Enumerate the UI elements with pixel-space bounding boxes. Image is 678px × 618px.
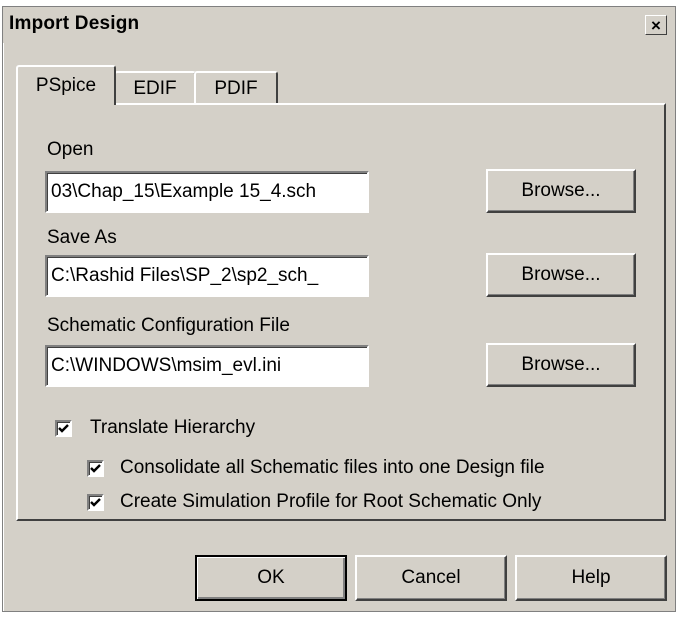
ok-button[interactable]: OK (195, 555, 347, 601)
create-profile-label: Create Simulation Profile for Root Schem… (120, 491, 542, 512)
config-file-input[interactable] (45, 345, 369, 387)
tab-pdif-label: PDIF (214, 78, 258, 99)
consolidate-label: Consolidate all Schematic files into one… (120, 457, 545, 478)
open-label: Open (47, 139, 94, 160)
save-as-browse-button[interactable]: Browse... (486, 253, 636, 297)
open-path-input[interactable] (45, 171, 369, 213)
open-browse-button[interactable]: Browse... (486, 169, 636, 213)
consolidate-option[interactable]: Consolidate all Schematic files into one… (87, 457, 545, 479)
tab-pspice-label: PSpice (35, 75, 97, 96)
close-button[interactable]: × (645, 15, 667, 35)
consolidate-checkbox[interactable] (87, 459, 104, 477)
cancel-button[interactable]: Cancel (355, 555, 507, 601)
import-design-dialog: Import Design × PSpice EDIF PDIF Open Br… (2, 6, 676, 612)
save-as-path-input[interactable] (45, 255, 369, 297)
close-icon: × (651, 15, 661, 35)
open-browse-label: Browse... (521, 180, 601, 201)
tab-edif[interactable]: EDIF (114, 71, 196, 105)
title-bar[interactable]: Import Design × (3, 7, 675, 43)
tab-pspice[interactable]: PSpice (16, 65, 116, 105)
checkmark-icon (90, 497, 101, 507)
tab-pdif[interactable]: PDIF (194, 71, 278, 105)
help-button[interactable]: Help (515, 555, 667, 601)
config-file-label: Schematic Configuration File (47, 315, 290, 336)
tab-panel-pspice: Open Browse... Save As Browse... Schemat… (16, 103, 666, 521)
translate-hierarchy-option[interactable]: Translate Hierarchy (55, 417, 255, 439)
help-label: Help (571, 567, 611, 588)
translate-hierarchy-label: Translate Hierarchy (90, 417, 256, 438)
checkmark-icon (58, 423, 69, 433)
config-browse-label: Browse... (521, 354, 601, 375)
config-browse-button[interactable]: Browse... (486, 343, 636, 387)
create-profile-checkbox[interactable] (87, 493, 104, 511)
translate-hierarchy-checkbox[interactable] (55, 419, 72, 437)
tab-edif-label: EDIF (133, 78, 177, 99)
cancel-label: Cancel (401, 567, 461, 588)
create-profile-option[interactable]: Create Simulation Profile for Root Schem… (87, 491, 541, 513)
ok-label: OK (257, 567, 285, 588)
checkmark-icon (90, 463, 101, 473)
save-as-label: Save As (47, 227, 117, 248)
dialog-title: Import Design (9, 13, 140, 34)
save-as-browse-label: Browse... (521, 264, 601, 285)
